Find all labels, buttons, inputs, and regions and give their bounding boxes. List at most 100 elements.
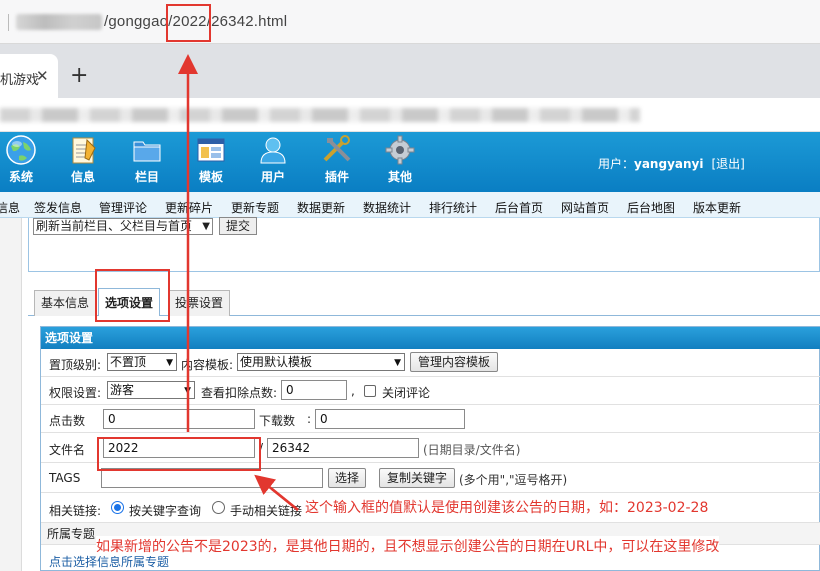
nav-label: 栏目 xyxy=(134,170,159,184)
annotation-box-options-tab xyxy=(95,269,170,322)
browser-address-bar[interactable]: /gonggao/2022/26342.html xyxy=(0,0,820,44)
annotation-note-modify: 如果新增的公告不是2023的，是其他日期的，且不想显示创建公告的日期在URL中，… xyxy=(96,536,720,556)
filename-hint: (日期目录/文件名) xyxy=(423,443,521,457)
chevron-down-icon: ▼ xyxy=(184,386,191,396)
tags-label: TAGS xyxy=(49,471,81,485)
subnav-item[interactable]: 后台首页 xyxy=(495,199,543,216)
related-opt1-label: 按关键字查询 xyxy=(129,504,202,518)
tools-icon xyxy=(323,135,351,162)
tab-basic-info[interactable]: 基本信息 xyxy=(34,290,97,316)
left-gutter xyxy=(0,218,22,571)
user-label: 用户： xyxy=(598,157,635,171)
browser-tab-title: 机游戏 xyxy=(0,72,40,87)
nav-label: 模板 xyxy=(198,170,223,184)
nav-item-system[interactable]: 系统 xyxy=(0,134,46,190)
logout-link[interactable]: [退出] xyxy=(711,157,744,171)
click-count-input[interactable]: 0 xyxy=(103,409,255,429)
gear-icon xyxy=(385,135,415,165)
deduct-points-label: 查看扣除点数: xyxy=(201,386,278,400)
content-template-value: 使用默认模板 xyxy=(240,355,313,369)
annotation-box-filename-input xyxy=(97,437,261,471)
subnav-item[interactable]: 排行统计 xyxy=(429,199,477,216)
nav-item-plugin[interactable]: 插件 xyxy=(312,134,362,190)
nav-label: 系统 xyxy=(8,170,33,184)
subnav-item[interactable]: 更新专题 xyxy=(231,199,279,216)
window-template-icon xyxy=(197,138,225,162)
nav-label: 用户 xyxy=(260,170,285,184)
download-count-label: 下载数 xyxy=(259,414,296,428)
top-level-value: 不置顶 xyxy=(110,355,147,369)
submit-button[interactable]: 提交 xyxy=(219,217,257,235)
filename-label: 文件名 xyxy=(49,443,86,457)
panel-title: 选项设置 xyxy=(41,327,820,349)
subnav-item[interactable]: 数据统计 xyxy=(363,199,411,216)
folder-icon xyxy=(133,141,161,162)
chevron-down-icon: ▼ xyxy=(202,221,210,232)
colon: : xyxy=(307,412,312,426)
sub-navigation: 信息 签发信息 管理评论 更新碎片 更新专题 数据更新 数据统计 排行统计 后台… xyxy=(0,192,820,218)
chevron-down-icon: ▼ xyxy=(166,358,173,368)
subnav-item[interactable]: 版本更新 xyxy=(693,199,741,216)
url-blurred-domain xyxy=(16,14,102,30)
row-top-level: 置顶级别: 不置顶 ▼ 内容模板: 使用默认模板 ▼ 管理内容模板 xyxy=(41,349,820,377)
close-comment-label: 关闭评论 xyxy=(382,386,431,400)
nav-item-info[interactable]: 信息 xyxy=(58,134,108,190)
subnav-item[interactable]: 更新碎片 xyxy=(165,199,213,216)
filename-input[interactable]: 26342 xyxy=(267,438,419,458)
row-permission: 权限设置: 游客 ▼ 查看扣除点数: 0 , 关闭评论 xyxy=(41,377,820,405)
globe-icon xyxy=(6,135,36,165)
tags-hint: (多个用","逗号格开) xyxy=(459,473,568,487)
permission-label: 权限设置: xyxy=(49,386,102,400)
select-tags-button[interactable]: 选择 xyxy=(328,468,366,488)
related-keyword-radio[interactable] xyxy=(111,501,124,514)
close-icon[interactable]: ✕ xyxy=(36,67,49,85)
nav-item-column[interactable]: 栏目 xyxy=(122,134,172,190)
new-tab-icon[interactable]: + xyxy=(70,65,88,87)
chevron-down-icon: ▼ xyxy=(394,358,401,368)
comma: , xyxy=(351,384,355,398)
content-template-select[interactable]: 使用默认模板 ▼ xyxy=(237,353,405,371)
click-count-label: 点击数 xyxy=(49,414,86,428)
permission-value: 游客 xyxy=(110,383,135,397)
browser-tab-strip: 机游戏 ✕ + xyxy=(0,44,820,98)
related-label: 相关链接: xyxy=(49,504,102,518)
bookmarks-bar xyxy=(0,98,820,132)
permission-select[interactable]: 游客 ▼ xyxy=(107,381,195,399)
row-counts: 点击数 0 下载数 : 0 xyxy=(41,405,820,433)
nav-label: 插件 xyxy=(324,170,349,184)
related-opt2-label: 手动相关链接 xyxy=(230,504,303,518)
refresh-select[interactable]: 刷新当前栏目、父栏目与首页 ▼ xyxy=(33,218,213,235)
nav-label: 其他 xyxy=(387,170,412,184)
manage-template-button[interactable]: 管理内容模板 xyxy=(410,352,498,372)
screenshot-root: /gonggao/2022/26342.html 机游戏 ✕ + 系统 信息 栏… xyxy=(0,0,820,571)
tab-vote[interactable]: 投票设置 xyxy=(168,290,231,316)
top-level-select[interactable]: 不置顶 ▼ xyxy=(107,353,177,371)
annotation-note-default-date: 这个输入框的值默认是使用创建该公告的日期，如：2023-02-28 xyxy=(305,500,709,516)
content-template-label: 内容模板: xyxy=(181,358,234,372)
nav-label: 信息 xyxy=(70,170,95,184)
annotation-box-url-year xyxy=(166,4,211,42)
close-comment-checkbox[interactable] xyxy=(364,385,376,397)
related-manual-radio[interactable] xyxy=(212,501,225,514)
nav-item-template[interactable]: 模板 xyxy=(186,134,236,190)
top-form-box: 刷新当前栏目、父栏目与首页 ▼ 提交 xyxy=(28,217,820,272)
top-level-label: 置顶级别: xyxy=(49,358,102,372)
deduct-points-input[interactable]: 0 xyxy=(281,380,347,400)
user-icon xyxy=(260,137,286,164)
copy-keywords-button[interactable]: 复制关键字 xyxy=(379,468,455,488)
subnav-item[interactable]: 签发信息 xyxy=(34,199,82,216)
subnav-item[interactable]: 网站首页 xyxy=(561,199,609,216)
subnav-item[interactable]: 后台地图 xyxy=(627,199,675,216)
tags-input[interactable] xyxy=(101,468,323,488)
subnav-item[interactable]: 管理评论 xyxy=(99,199,147,216)
download-count-input[interactable]: 0 xyxy=(315,409,465,429)
nav-item-user[interactable]: 用户 xyxy=(248,134,298,190)
cms-header: 系统 信息 栏目 模板 用户 插件 其他 用户：yangyanyi [退出] xyxy=(0,132,820,192)
user-info: 用户：yangyanyi [退出] xyxy=(598,155,745,172)
nav-item-other[interactable]: 其他 xyxy=(375,134,425,190)
refresh-select-value: 刷新当前栏目、父栏目与首页 xyxy=(36,219,193,233)
bookmarks-blurred xyxy=(0,108,640,122)
subnav-item[interactable]: 信息 xyxy=(0,199,20,216)
subnav-item[interactable]: 数据更新 xyxy=(297,199,345,216)
browser-tab[interactable]: 机游戏 ✕ xyxy=(0,54,58,98)
